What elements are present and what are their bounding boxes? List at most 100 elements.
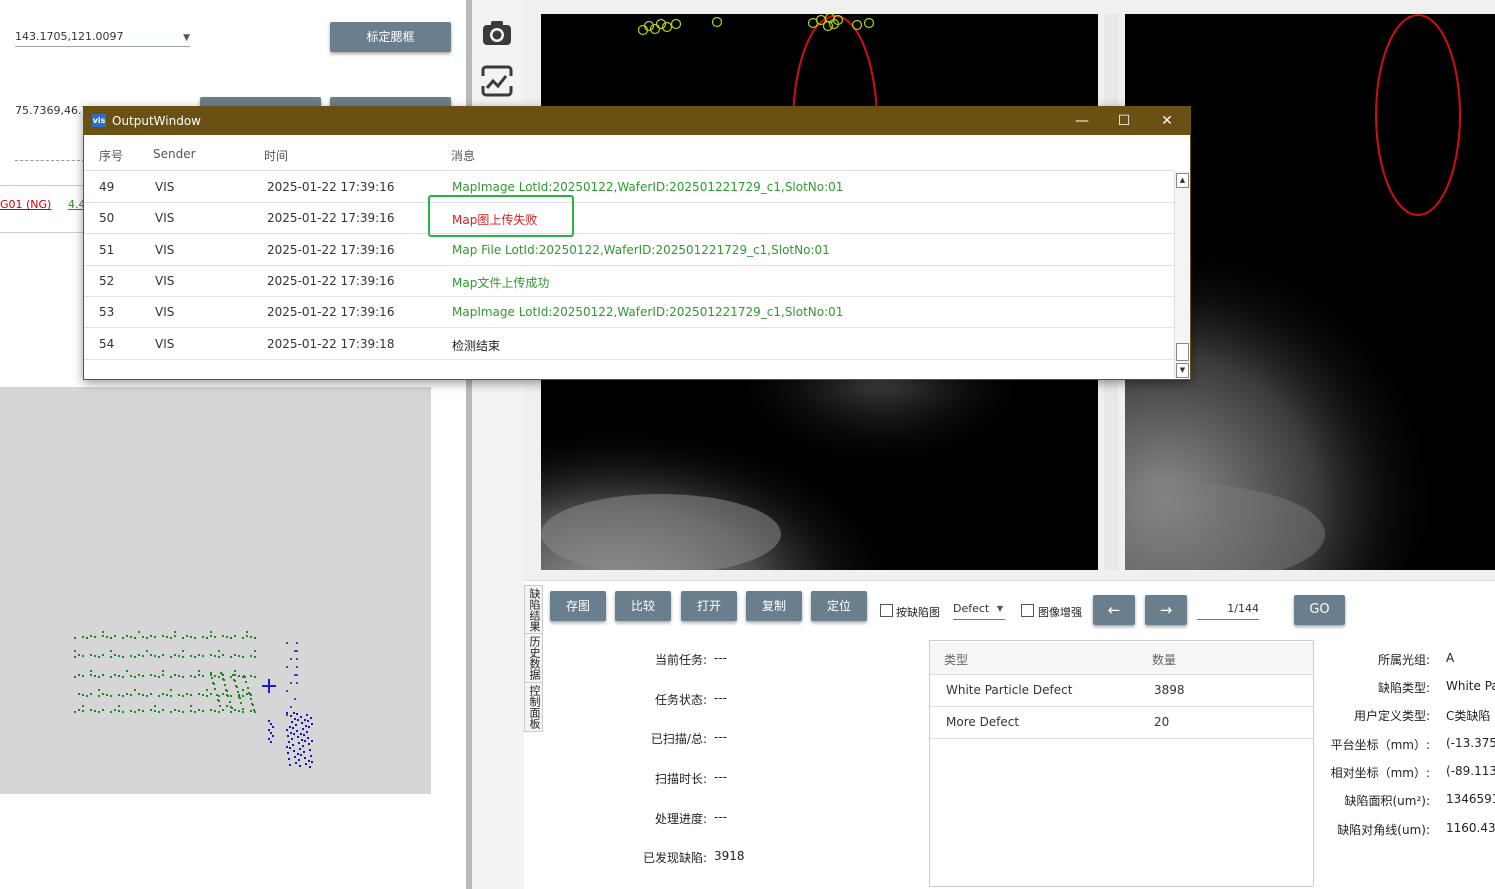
- by-defect-checkbox[interactable]: [880, 604, 893, 617]
- map-dot: [246, 631, 248, 633]
- map-dot: [174, 631, 176, 633]
- map-dot: [303, 751, 305, 753]
- compare-button[interactable]: 比较: [615, 591, 671, 621]
- map-dot: [182, 695, 184, 697]
- scroll-up-icon[interactable]: ▲: [1176, 173, 1189, 188]
- map-dot: [102, 635, 104, 637]
- column-header-index[interactable]: 序号: [99, 147, 123, 164]
- minimize-icon[interactable]: —: [1072, 111, 1092, 131]
- column-header-sender[interactable]: Sender: [153, 147, 196, 161]
- map-dot: [286, 642, 288, 644]
- map-dot: [298, 742, 300, 744]
- go-button[interactable]: GO: [1294, 595, 1345, 625]
- page-input[interactable]: 1/144: [1197, 602, 1259, 620]
- map-dot: [297, 719, 299, 721]
- output-window[interactable]: vis OutputWindow — ☐ ✕ 序号 Sender 时间 消息 4…: [83, 106, 1191, 380]
- log-row[interactable]: 51 VIS 2025-01-22 17:39:16 Map File LotId:2…: [84, 234, 1174, 266]
- enhance-checkbox[interactable]: [1021, 604, 1034, 617]
- image-fit-icon[interactable]: [480, 64, 514, 98]
- map-dot: [110, 637, 112, 639]
- map-dot: [134, 656, 136, 658]
- defect-count-cell: 20: [1154, 715, 1170, 729]
- map-dot: [310, 717, 312, 719]
- map-dot: [170, 637, 172, 639]
- table-row[interactable]: White Particle Defect 3898: [930, 675, 1313, 707]
- log-row[interactable]: 54 VIS 2025-01-22 17:39:18 检测结束: [84, 328, 1174, 360]
- user-type-label: 用户定义类型:: [1353, 709, 1430, 723]
- map-dot: [202, 636, 204, 638]
- map-dot: [74, 656, 76, 658]
- wafer-map[interactable]: [0, 387, 431, 794]
- map-dot: [290, 682, 292, 684]
- scroll-down-icon[interactable]: ▼: [1176, 363, 1189, 378]
- next-button[interactable]: →: [1145, 595, 1187, 625]
- map-dot: [230, 676, 232, 678]
- map-dot: [268, 729, 270, 731]
- log-message: MapImage LotId:20250122,WaferID:20250122…: [452, 305, 844, 320]
- map-dot: [222, 654, 224, 656]
- locate-button[interactable]: 定位: [811, 591, 867, 621]
- map-dot: [194, 656, 196, 658]
- map-dot: [202, 675, 204, 677]
- calibrate-button[interactable]: 标定腮框: [330, 22, 451, 52]
- title-bar[interactable]: vis OutputWindow — ☐ ✕: [84, 107, 1190, 135]
- map-dot: [158, 711, 160, 713]
- defect-tag-link[interactable]: G01 (NG): [0, 198, 51, 211]
- scroll-thumb[interactable]: [1176, 343, 1189, 361]
- map-dot: [242, 711, 244, 713]
- map-dot: [291, 738, 293, 740]
- log-index: 52: [99, 273, 115, 288]
- copy-button[interactable]: 复制: [746, 591, 802, 621]
- by-defect-label: 按缺陷图: [896, 606, 940, 619]
- map-dot: [290, 658, 292, 660]
- map-dot: [182, 656, 184, 658]
- map-dot: [146, 637, 148, 639]
- highlight-box: [428, 195, 574, 237]
- map-dot: [74, 711, 76, 713]
- scrollbar[interactable]: ▲ ▼: [1174, 171, 1189, 378]
- log-row[interactable]: 50 VIS 2025-01-22 17:39:16 Map图上传失败: [84, 202, 1174, 235]
- column-header-time[interactable]: 时间: [264, 147, 288, 164]
- map-dot: [293, 733, 295, 735]
- map-dot: [296, 674, 298, 676]
- close-icon[interactable]: ✕: [1157, 111, 1177, 131]
- current-task-value: ---: [714, 651, 727, 665]
- column-header-message[interactable]: 消息: [451, 147, 475, 164]
- coordinate-select[interactable]: 143.1705,121.0097 ▼: [15, 30, 190, 47]
- map-dot: [290, 706, 292, 708]
- defect-type-value: White Pa: [1446, 679, 1495, 693]
- map-dot: [94, 655, 96, 657]
- map-dot: [106, 636, 108, 638]
- camera-icon[interactable]: [480, 17, 514, 51]
- map-dot: [102, 654, 104, 656]
- map-dot: [146, 650, 148, 652]
- map-dot: [248, 692, 250, 694]
- tab-defect-result[interactable]: 缺陷结果: [524, 585, 543, 634]
- map-dot: [122, 637, 124, 639]
- map-dot: [118, 710, 120, 712]
- map-dot: [90, 670, 92, 672]
- map-dot: [118, 655, 120, 657]
- map-dot: [86, 637, 88, 639]
- log-sender: VIS: [155, 242, 175, 257]
- table-row[interactable]: More Defect 20: [930, 707, 1313, 739]
- log-row[interactable]: 52 VIS 2025-01-22 17:39:16 Map文件上传成功: [84, 265, 1174, 297]
- map-dot: [306, 714, 308, 716]
- map-dot: [106, 694, 108, 696]
- map-dot: [286, 729, 288, 731]
- log-row[interactable]: 49 VIS 2025-01-22 17:39:16 MapImage LotId:2…: [84, 171, 1174, 203]
- maximize-icon[interactable]: ☐: [1114, 111, 1134, 131]
- open-button[interactable]: 打开: [681, 591, 737, 621]
- prev-button[interactable]: ←: [1093, 595, 1135, 625]
- log-row[interactable]: 53 VIS 2025-01-22 17:39:16 MapImage LotId:2…: [84, 296, 1174, 329]
- save-image-button[interactable]: 存图: [550, 591, 606, 621]
- map-dot: [166, 694, 168, 696]
- map-dot: [292, 727, 294, 729]
- map-dot: [254, 656, 256, 658]
- defect-select-value: Defect: [953, 602, 990, 615]
- map-dot: [308, 726, 310, 728]
- map-dot: [307, 737, 309, 739]
- defect-select[interactable]: Defect ▼: [953, 602, 1005, 620]
- map-dot: [296, 730, 298, 732]
- map-dot: [150, 693, 152, 695]
